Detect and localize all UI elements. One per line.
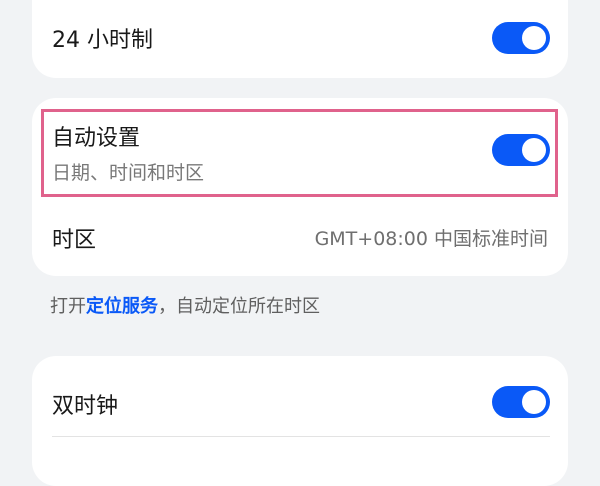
sublabel-auto-set: 日期、时间和时区 [52, 162, 205, 184]
row-auto-set[interactable]: 自动设置 日期、时间和时区 [32, 98, 568, 198]
label-24-hour: 24 小时制 [52, 28, 153, 53]
card-dual-clock: 双时钟 [32, 356, 568, 486]
footnote-location: 打开定位服务，自动定位所在时区 [50, 292, 320, 318]
toggle-knob [522, 138, 546, 162]
value-timezone: GMT+08:00 中国标准时间 [314, 228, 548, 250]
label-auto-set: 自动设置 [52, 126, 141, 151]
toggle-knob [522, 390, 546, 414]
card-auto-set: 自动设置 日期、时间和时区 时区 GMT+08:00 中国标准时间 [32, 98, 568, 276]
location-service-link[interactable]: 定位服务 [86, 296, 158, 317]
toggle-dual-clock[interactable] [492, 386, 550, 418]
toggle-auto-set[interactable] [492, 134, 550, 166]
footnote-suffix: ，自动定位所在时区 [158, 296, 320, 317]
footnote-prefix: 打开 [50, 296, 86, 317]
row-timezone[interactable]: 时区 GMT+08:00 中国标准时间 [32, 198, 568, 276]
label-dual-clock: 双时钟 [52, 394, 119, 419]
divider [52, 436, 550, 437]
toggle-knob [522, 26, 546, 50]
card-24-hour: 24 小时制 [32, 0, 568, 78]
toggle-24-hour[interactable] [492, 22, 550, 54]
label-timezone: 时区 [52, 228, 97, 253]
row-24-hour[interactable]: 24 小时制 [32, 0, 568, 78]
row-dual-clock[interactable]: 双时钟 [32, 356, 568, 438]
